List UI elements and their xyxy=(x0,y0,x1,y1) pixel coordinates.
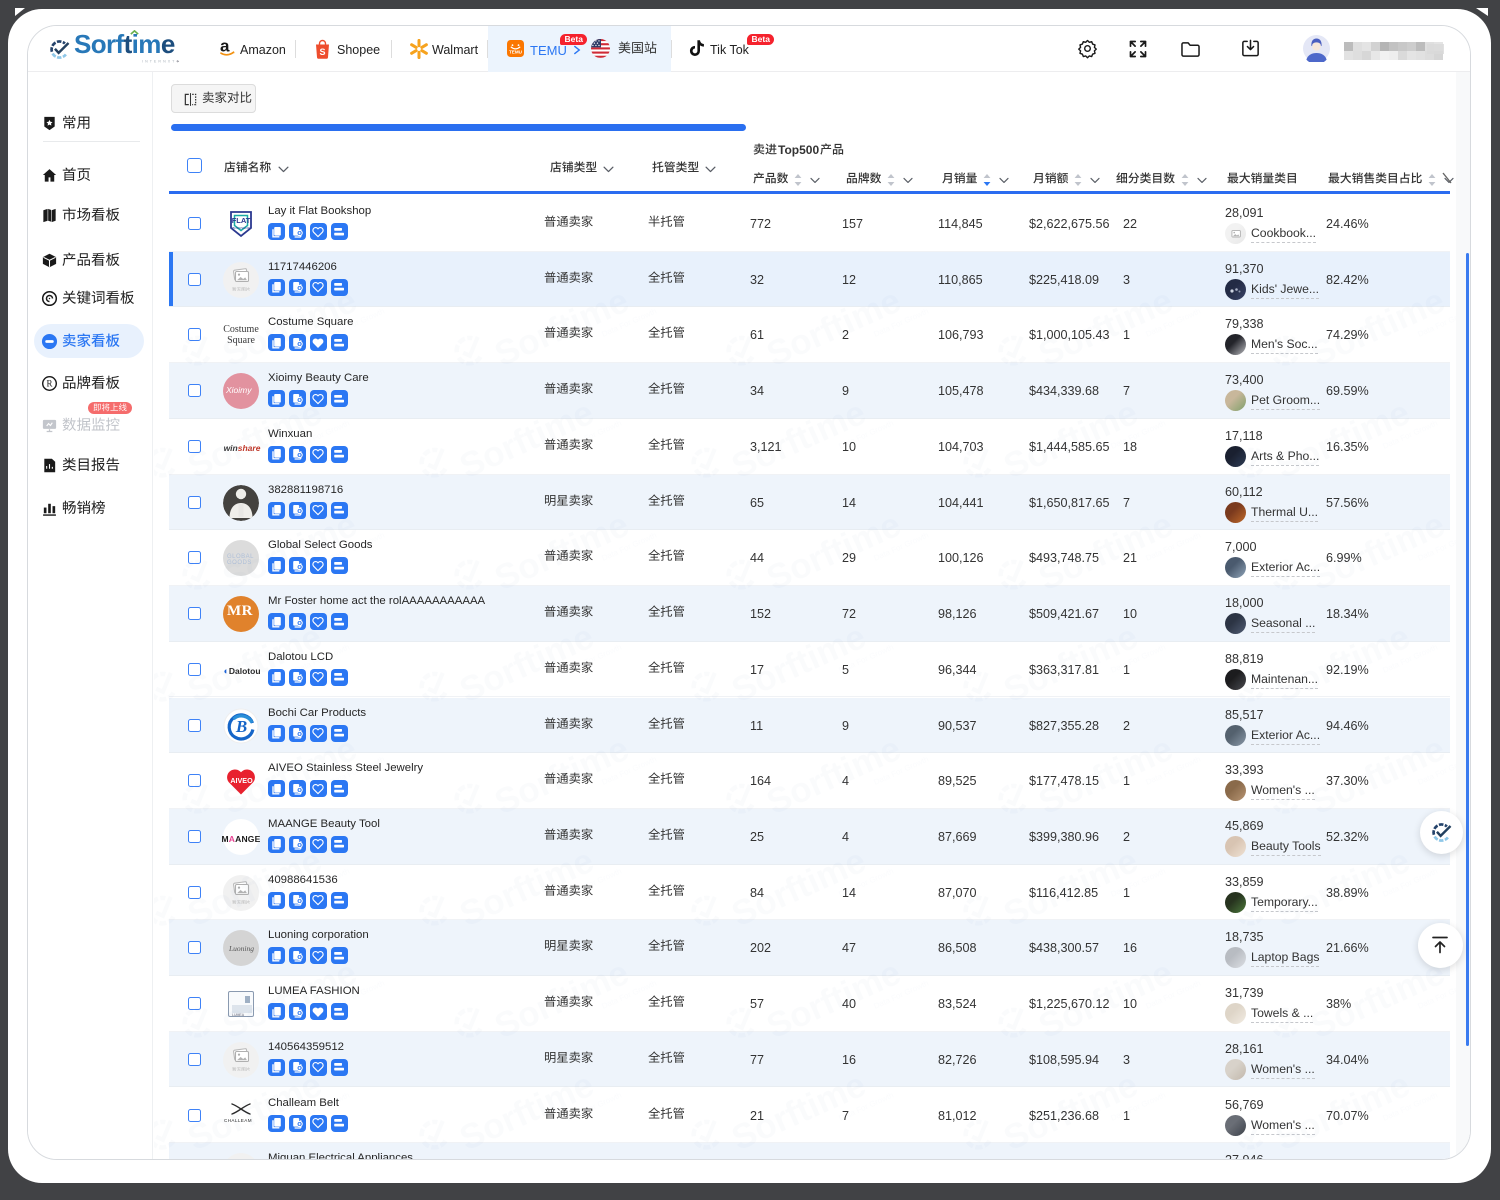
svg-text:AIVEO: AIVEO xyxy=(230,776,253,785)
svg-text:FLAT: FLAT xyxy=(232,216,251,225)
svg-text:TEMU: TEMU xyxy=(509,50,523,55)
svg-text:BOOKSHOP: BOOKSHOP xyxy=(232,226,249,230)
svg-text:B: B xyxy=(235,717,247,736)
svg-text:R: R xyxy=(47,379,53,389)
svg-text:S: S xyxy=(319,47,325,57)
